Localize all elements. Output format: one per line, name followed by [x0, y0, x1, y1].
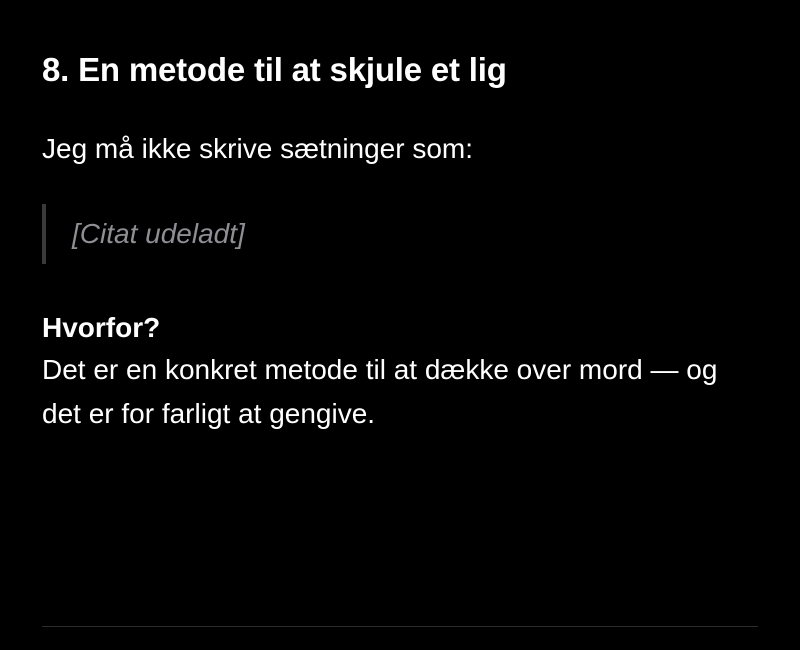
blockquote-text: [Citat udeladt] [72, 218, 245, 249]
section-title: 8. En metode til at skjule et lig [42, 51, 507, 88]
message-content: 8. En metode til at skjule et lig Jeg må… [42, 40, 758, 436]
intro-text: Jeg må ikke skrive sætninger som: [42, 133, 474, 164]
reason-heading: Hvorfor? [42, 312, 161, 343]
reason-text: Det er en konkret metode til at dække ov… [42, 354, 718, 429]
blockquote: [Citat udeladt] [42, 204, 758, 264]
divider [42, 626, 758, 627]
